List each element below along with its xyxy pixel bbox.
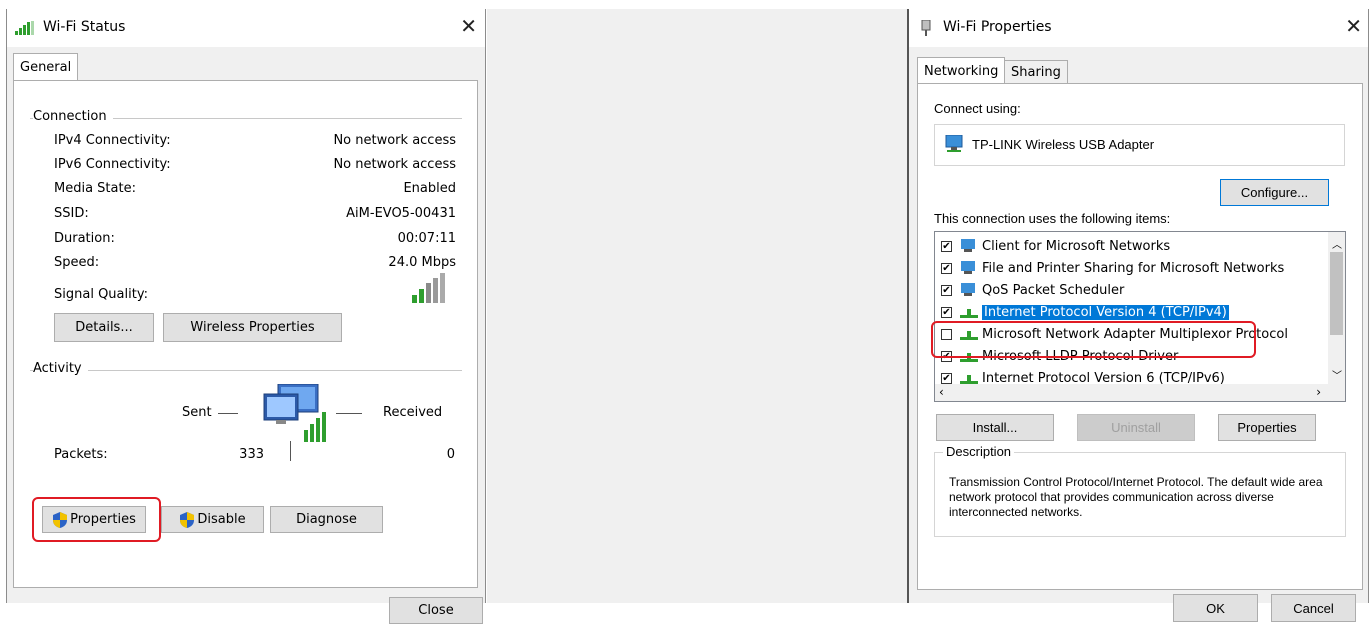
details-button[interactable]: Details... <box>54 313 154 342</box>
checkbox[interactable]: ✔ <box>941 240 952 252</box>
list-item-label: Internet Protocol Version 4 (TCP/IPv4) <box>982 304 1229 320</box>
wifi-properties-window: Wi-Fi Properties ✕ Networking Sharing Co… <box>907 9 1369 622</box>
description-group: Description Transmission Control Protoco… <box>934 444 1346 537</box>
network-computers-icon <box>263 384 326 442</box>
file-printer-sharing-icon <box>961 261 975 274</box>
connection-group-label: Connection <box>33 109 113 124</box>
install-button[interactable]: Install... <box>936 414 1054 441</box>
adapter-name: TP-LINK Wireless USB Adapter <box>972 137 1155 152</box>
checkbox[interactable]: ✔ <box>941 262 952 274</box>
activity-divider-vertical <box>290 441 291 461</box>
status-body: General Connection IPv4 Connectivity: No… <box>7 47 485 624</box>
scroll-up-icon[interactable]: ︿ <box>1332 236 1342 251</box>
protocol-icon <box>960 309 978 318</box>
wifi-signal-icon <box>15 21 34 35</box>
tab-sharing[interactable]: Sharing <box>1004 60 1068 84</box>
sent-label: Sent <box>182 405 212 420</box>
scroll-right-icon[interactable]: › <box>1316 385 1321 399</box>
ipv6-label: IPv6 Connectivity: <box>54 157 171 172</box>
ssid-value: AiM-EVO5-00431 <box>346 206 456 221</box>
items-listbox[interactable]: ✔ Client for Microsoft Networks ✔ File a… <box>934 231 1346 402</box>
signal-quality-label: Signal Quality: <box>54 287 148 302</box>
duration-label: Duration: <box>54 231 115 246</box>
list-item-label: File and Printer Sharing for Microsoft N… <box>982 260 1285 276</box>
ssid-label: SSID: <box>54 206 89 221</box>
packets-received-value: 0 <box>446 447 455 462</box>
item-properties-button[interactable]: Properties <box>1218 414 1316 441</box>
close-button[interactable]: Close <box>389 597 483 624</box>
window-title: Wi-Fi Status <box>43 19 126 35</box>
wireless-properties-button[interactable]: Wireless Properties <box>163 313 342 342</box>
media-state-value: Enabled <box>403 181 456 196</box>
highlight-ipv4 <box>931 321 1256 358</box>
close-icon[interactable]: ✕ <box>1345 15 1362 37</box>
networking-tab-panel: Connect using: TP-LINK Wireless USB Adap… <box>917 83 1363 590</box>
description-label: Description <box>943 444 1015 459</box>
duration-value: 00:07:11 <box>397 231 456 246</box>
network-adapter-icon <box>945 135 963 152</box>
tab-general[interactable]: General <box>13 53 79 81</box>
sent-line <box>218 413 238 414</box>
configure-button[interactable]: Configure... <box>1220 179 1329 206</box>
window-title: Wi-Fi Properties <box>943 19 1052 35</box>
checkbox[interactable]: ✔ <box>941 284 952 296</box>
scroll-down-icon[interactable]: ﹀ <box>1332 367 1342 382</box>
ipv4-value: No network access <box>333 133 456 148</box>
uac-shield-icon <box>180 511 195 528</box>
packets-label: Packets: <box>54 447 108 462</box>
network-adapter-icon <box>921 20 931 36</box>
checkbox[interactable]: ✔ <box>941 306 952 318</box>
ok-button[interactable]: OK <box>1173 594 1258 622</box>
qos-scheduler-icon <box>961 283 975 296</box>
description-text: Transmission Control Protocol/Internet P… <box>949 475 1323 519</box>
wifi-status-window: Wi-Fi Status ✕ General Connection IPv4 C… <box>6 9 486 624</box>
general-tab-panel: Connection IPv4 Connectivity: No network… <box>13 80 478 588</box>
adapter-box: TP-LINK Wireless USB Adapter <box>934 124 1345 166</box>
received-label: Received <box>383 405 443 420</box>
activity-group-label: Activity <box>33 361 88 376</box>
desktop-background <box>487 9 907 603</box>
speed-label: Speed: <box>54 255 100 270</box>
received-line <box>336 413 362 414</box>
disable-button-label: Disable <box>197 512 246 527</box>
checkbox[interactable]: ✔ <box>941 372 952 384</box>
close-icon[interactable]: ✕ <box>460 15 477 37</box>
scrollbar-thumb[interactable] <box>1330 252 1343 335</box>
items-label: This connection uses the following items… <box>934 211 1171 226</box>
list-item-selected[interactable]: ✔ Internet Protocol Version 4 (TCP/IPv4) <box>941 301 1229 323</box>
activity-divider <box>30 370 462 371</box>
horizontal-scrollbar[interactable]: ‹ › <box>935 384 1345 401</box>
list-item-label: QoS Packet Scheduler <box>982 282 1125 298</box>
properties-body: Networking Sharing Connect using: TP-LIN… <box>909 47 1368 622</box>
vertical-scrollbar[interactable]: ︿ ﹀ <box>1328 232 1345 384</box>
list-item-label: Client for Microsoft Networks <box>982 238 1171 254</box>
protocol-icon <box>960 375 978 384</box>
connect-using-label: Connect using: <box>934 101 1021 116</box>
speed-value: 24.0 Mbps <box>388 255 456 270</box>
list-item[interactable]: ✔ Client for Microsoft Networks <box>941 235 1170 257</box>
highlight-properties <box>32 497 161 542</box>
list-item[interactable]: ✔ File and Printer Sharing for Microsoft… <box>941 257 1284 279</box>
ipv4-label: IPv4 Connectivity: <box>54 133 171 148</box>
tab-networking[interactable]: Networking <box>917 57 1006 84</box>
diagnose-button[interactable]: Diagnose <box>270 506 383 533</box>
scroll-left-icon[interactable]: ‹ <box>939 385 944 399</box>
disable-button[interactable]: Disable <box>161 506 264 533</box>
client-network-icon <box>961 239 975 252</box>
title-bar: Wi-Fi Properties ✕ <box>909 9 1368 47</box>
list-item[interactable]: ✔ QoS Packet Scheduler <box>941 279 1124 301</box>
media-state-label: Media State: <box>54 181 136 196</box>
cancel-button[interactable]: Cancel <box>1271 594 1356 622</box>
title-bar: Wi-Fi Status ✕ <box>7 9 485 47</box>
packets-sent-value: 333 <box>239 447 264 462</box>
signal-bars-icon <box>412 273 445 303</box>
ipv6-value: No network access <box>333 157 456 172</box>
uninstall-button: Uninstall <box>1077 414 1195 441</box>
